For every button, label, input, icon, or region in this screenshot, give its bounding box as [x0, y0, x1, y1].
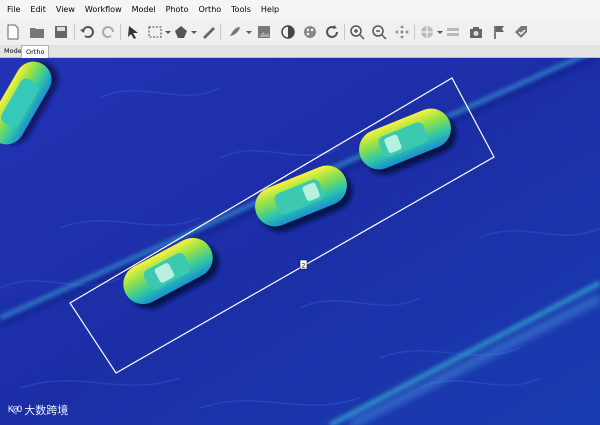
zoom-out-icon[interactable] [370, 23, 388, 41]
menu-workflow[interactable]: Workflow [80, 0, 127, 19]
view-tab-bar: Model Ortho [0, 45, 600, 58]
watermark: K@O 大数跨境 [8, 402, 68, 418]
contrast-icon[interactable] [279, 23, 297, 41]
toolbar-separator [220, 24, 221, 40]
heatmap-background [0, 58, 600, 425]
menu-ortho[interactable]: Ortho [193, 0, 226, 19]
toolbar-separator [414, 24, 415, 40]
move-icon[interactable] [393, 23, 411, 41]
open-folder-icon[interactable] [28, 23, 46, 41]
draw-patch-icon[interactable] [226, 23, 244, 41]
flag-icon[interactable] [490, 23, 508, 41]
refresh-icon[interactable] [323, 23, 341, 41]
palette-icon[interactable] [301, 23, 319, 41]
chevron-down-icon[interactable] [191, 31, 197, 34]
save-icon[interactable] [52, 23, 70, 41]
watermark-text: 大数跨境 [24, 404, 69, 417]
zoom-in-icon[interactable] [348, 23, 366, 41]
menu-help[interactable]: Help [256, 0, 284, 19]
selection-handle-label: 2 [302, 263, 306, 270]
elevation-heatmap[interactable]: 2 [0, 58, 600, 425]
image-icon[interactable] [255, 23, 273, 41]
polygon-icon[interactable] [172, 23, 190, 41]
chevron-down-icon[interactable] [165, 31, 171, 34]
toolbar-separator [120, 24, 121, 40]
globe-icon[interactable] [418, 23, 436, 41]
toolbar-separator [74, 24, 75, 40]
layers-icon[interactable] [444, 23, 462, 41]
toolbar [0, 19, 600, 46]
pointer-icon[interactable] [124, 23, 142, 41]
watermark-logo: K@O [8, 405, 22, 415]
ruler-icon[interactable] [199, 23, 217, 41]
chevron-down-icon[interactable] [246, 31, 252, 34]
menu-view[interactable]: View [51, 0, 80, 19]
ortho-viewport[interactable]: 2 [0, 58, 600, 425]
camera-icon[interactable] [467, 23, 485, 41]
menu-photo[interactable]: Photo [161, 0, 194, 19]
new-file-icon[interactable] [4, 23, 22, 41]
tab-ortho[interactable]: Ortho [21, 45, 50, 58]
menu-tools[interactable]: Tools [226, 0, 256, 19]
menu-edit[interactable]: Edit [25, 0, 51, 19]
chevron-down-icon[interactable] [437, 31, 443, 34]
undo-icon[interactable] [78, 23, 96, 41]
toolbar-separator [344, 24, 345, 40]
menu-bar: File Edit View Workflow Model Photo Orth… [0, 0, 600, 19]
rectangle-select-icon[interactable] [146, 23, 164, 41]
menu-file[interactable]: File [0, 0, 25, 19]
menu-model[interactable]: Model [127, 0, 161, 19]
redo-icon[interactable] [100, 23, 118, 41]
shape-tag-icon[interactable] [512, 23, 530, 41]
